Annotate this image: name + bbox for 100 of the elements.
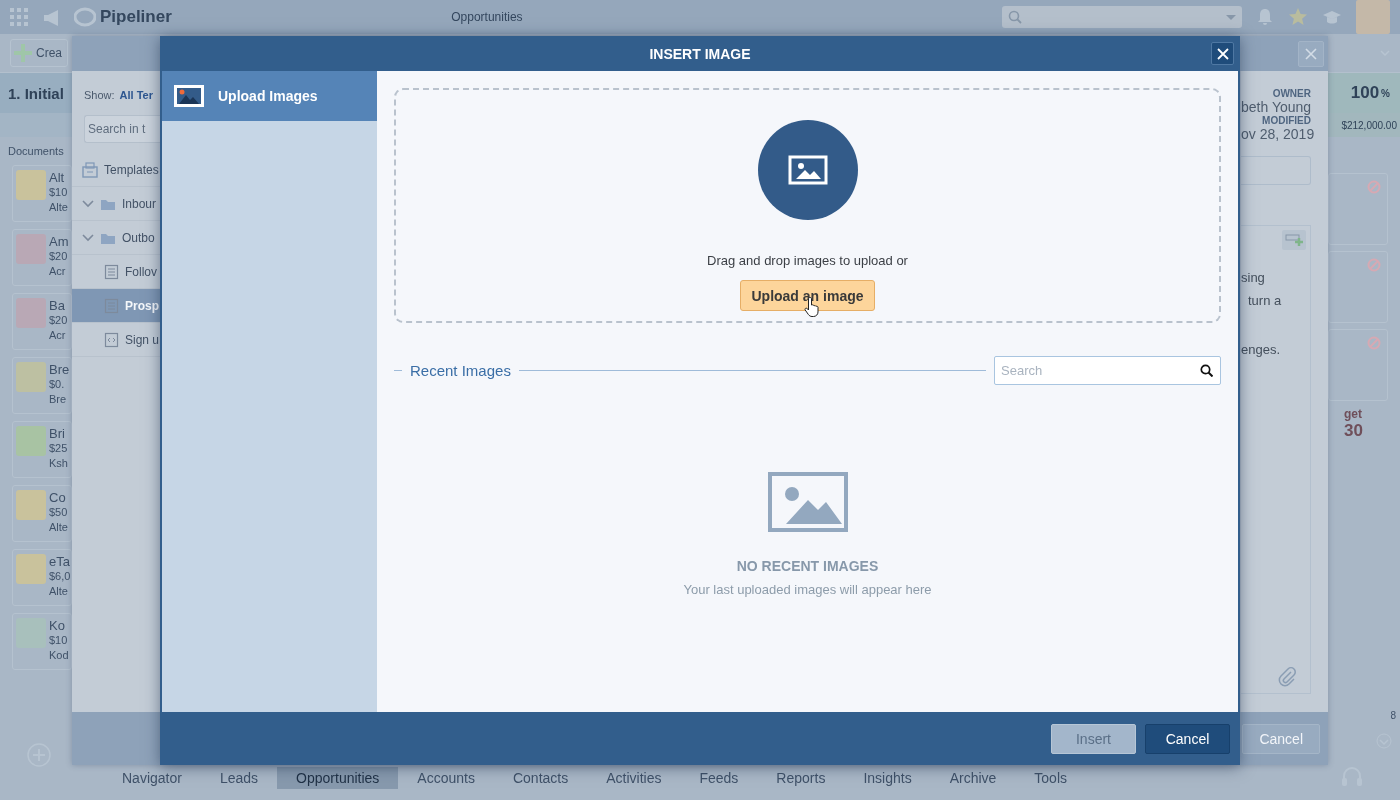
nav-tab[interactable]: Contacts: [493, 767, 588, 789]
add-field-icon[interactable]: [1282, 230, 1306, 250]
document-card[interactable]: Alt $10 Alte: [12, 165, 72, 222]
page-count: 8: [1389, 710, 1397, 721]
apps-grid-icon[interactable]: [10, 8, 28, 26]
document-card[interactable]: Ko $10 Kod: [12, 613, 72, 670]
sidebar-item[interactable]: Upload Images: [162, 71, 377, 121]
close-icon: [1216, 47, 1229, 60]
nav-tab[interactable]: Leads: [200, 767, 278, 789]
avatar[interactable]: [1356, 0, 1390, 34]
document-name: Ba: [49, 298, 66, 313]
template-search-field[interactable]: Search in t: [84, 115, 160, 143]
show-label: Show:: [84, 89, 115, 101]
document-name: Am: [49, 234, 69, 249]
search-field[interactable]: Search: [994, 356, 1221, 385]
paperclip-icon[interactable]: [1278, 667, 1298, 687]
document-company: Alte: [49, 520, 68, 535]
document-amount: $10: [49, 185, 68, 200]
plus-icon: [14, 44, 32, 62]
body-text: sing: [1241, 270, 1266, 285]
input-field[interactable]: [1241, 156, 1311, 185]
document-amount: $20: [49, 249, 69, 264]
show-filter-link[interactable]: All Ter: [119, 89, 153, 101]
tree-item-label: Prosp: [125, 298, 159, 313]
document-card[interactable]: Co $50 Alte: [12, 485, 72, 542]
nav-tab[interactable]: Feeds: [680, 767, 758, 789]
nav-tab[interactable]: Activities: [587, 767, 681, 789]
body-text: enges.: [1241, 342, 1282, 357]
nav-tab[interactable]: Insights: [844, 767, 931, 789]
document-name: Alt: [49, 170, 66, 185]
dialog-title: INSERT IMAGE: [649, 45, 751, 62]
tree-item[interactable]: Prosp: [72, 289, 160, 323]
owner-name: beth Young: [1241, 99, 1311, 115]
modified-label: MODIFIED: [1261, 115, 1311, 126]
target-label: get: [1344, 407, 1362, 421]
section-title: Recent Images: [410, 362, 511, 379]
documents-label: Documents: [7, 144, 65, 159]
document-amount: $25: [49, 441, 68, 456]
text-editor[interactable]: sing turn a enges.: [1241, 225, 1311, 694]
nav-tab[interactable]: Tools: [1015, 767, 1086, 789]
chevron-icon[interactable]: [82, 197, 94, 210]
close-icon: [1305, 47, 1317, 60]
blocked-icon: [1367, 336, 1381, 350]
image-icon: [767, 472, 848, 532]
document-card[interactable]: Bri $25 Ksh: [12, 421, 72, 478]
tree-item-label: Sign u: [125, 332, 160, 347]
tree-item-label: Templates: [104, 162, 159, 177]
document-card[interactable]: Ba $20 Acr: [12, 293, 72, 350]
logo-icon: [74, 6, 96, 28]
document-company: Alte: [49, 200, 68, 215]
chevron-icon[interactable]: [82, 231, 94, 244]
dialog-button[interactable]: Cancel: [1145, 723, 1230, 754]
create-button[interactable]: Crea: [10, 39, 68, 67]
target-value: 30: [1344, 421, 1363, 441]
blocked-icon: [1367, 258, 1381, 272]
document-name: eTa: [49, 554, 71, 569]
brand-name: Pipeliner: [100, 7, 172, 27]
document-card[interactable]: Bre $0. Bre: [12, 357, 72, 414]
search-icon[interactable]: [1200, 364, 1213, 377]
nav-tab[interactable]: Opportunities: [277, 767, 399, 789]
close-button[interactable]: [1211, 42, 1234, 65]
megaphone-icon[interactable]: [42, 8, 60, 26]
empty-state-title: NO RECENT IMAGES: [736, 558, 879, 574]
document-name: Bri: [49, 426, 66, 441]
tree-item-label: Outbo: [122, 230, 155, 245]
drop-instruction: Drag and drop images to upload or: [707, 253, 908, 268]
global-search-field[interactable]: [1002, 6, 1242, 28]
document-name: Co: [49, 490, 67, 505]
tree-item-label: Inbour: [122, 196, 157, 211]
image-icon: [787, 155, 828, 185]
document-icon: [104, 297, 119, 314]
document-company: Alte: [49, 584, 69, 599]
nav-tab[interactable]: Navigator: [103, 767, 201, 789]
document-amount: $0.: [49, 377, 66, 392]
document-amount: $20: [49, 313, 68, 328]
code-document-icon: [104, 331, 119, 348]
document-company: Kod: [49, 648, 69, 663]
document-amount: $50: [49, 505, 68, 520]
total-amount: $212,000.00: [1328, 113, 1400, 137]
opportunity-card[interactable]: [1328, 251, 1388, 323]
opportunity-card[interactable]: [1328, 329, 1388, 401]
cancel-button[interactable]: Cancel: [1242, 723, 1320, 754]
body-text: turn a: [1247, 293, 1283, 308]
blocked-icon: [1367, 180, 1381, 194]
bell-icon[interactable]: [1256, 8, 1274, 26]
graduation-cap-icon[interactable]: [1322, 8, 1342, 26]
document-card[interactable]: Am $20 Acr: [12, 229, 72, 286]
nav-tab[interactable]: Reports: [757, 767, 845, 789]
star-icon[interactable]: [1288, 7, 1308, 27]
opportunity-card[interactable]: [1328, 173, 1388, 245]
image-icon: [174, 85, 204, 107]
document-company: Acr: [49, 328, 67, 343]
nav-tab[interactable]: Accounts: [398, 767, 494, 789]
document-amount: $10: [49, 633, 69, 648]
document-company: Ksh: [49, 456, 68, 471]
empty-state-text: Your last uploaded images will appear here: [683, 582, 932, 597]
nav-tab[interactable]: Archive: [930, 767, 1016, 789]
document-card[interactable]: eTa $6,0 Alte: [12, 549, 72, 606]
company-logo: [16, 554, 46, 584]
dropdown-caret-icon: [1226, 14, 1236, 20]
